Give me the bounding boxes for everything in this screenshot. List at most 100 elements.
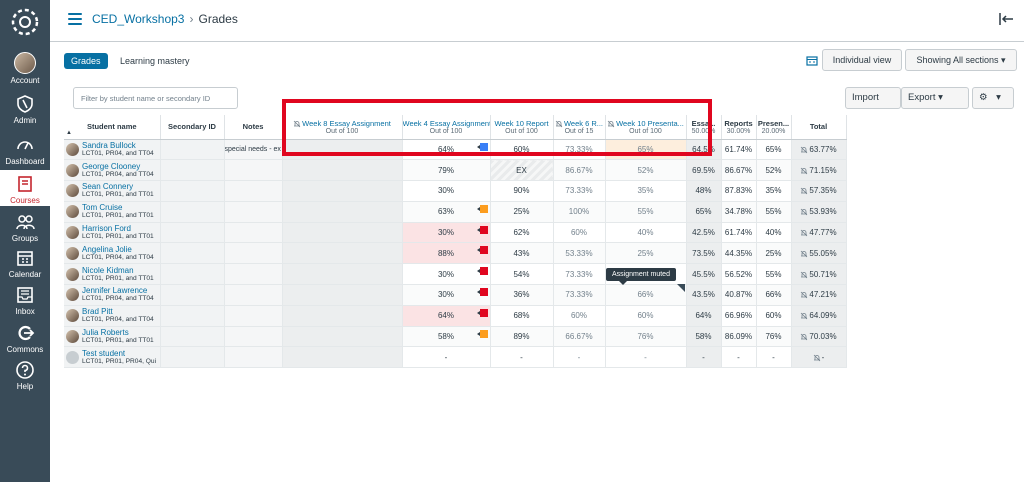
student-name-link[interactable]: Julia Roberts — [82, 328, 154, 337]
secondary-id-cell[interactable] — [160, 326, 225, 348]
secondary-id-cell[interactable] — [160, 139, 225, 161]
grade-cell-week10-presentation[interactable]: 35% — [605, 180, 687, 202]
grade-cell-week10-report[interactable]: 36% — [490, 284, 554, 306]
grade-cell-week4[interactable]: 58% — [402, 326, 491, 348]
student-filter-input[interactable]: Filter by student name or secondary ID — [73, 87, 238, 109]
nav-calendar[interactable]: Calendar — [0, 248, 50, 282]
notes-cell[interactable] — [224, 305, 283, 327]
grade-cell-week4[interactable]: 64% — [402, 139, 491, 161]
grade-cell-week4[interactable]: 63% — [402, 201, 491, 223]
student-name-link[interactable]: Angelina Jolie — [82, 245, 154, 254]
grade-cell-week10-report[interactable]: 43% — [490, 242, 554, 265]
column-header-student[interactable]: Student name — [64, 115, 161, 140]
notes-cell[interactable] — [224, 263, 283, 286]
student-cell[interactable]: Brad Pitt LCT01, PR04, and TT04 — [64, 305, 161, 327]
grade-cell-week6-report[interactable]: 73.33% — [553, 284, 606, 306]
secondary-id-cell[interactable] — [160, 180, 225, 202]
grade-cell-week10-presentation[interactable]: 76% — [605, 326, 687, 348]
student-name-link[interactable]: Nicole Kidman — [82, 266, 154, 275]
grade-cell-week6-report[interactable]: 73.33% — [553, 263, 606, 286]
grade-cell-week6-report[interactable]: 53.33% — [553, 242, 606, 265]
grade-cell-week4[interactable]: 30% — [402, 263, 491, 286]
column-header-week6-report[interactable]: Week 6 R... Out of 15 — [553, 115, 606, 140]
secondary-id-cell[interactable] — [160, 201, 225, 223]
grade-cell-week10-presentation[interactable]: 60% — [605, 305, 687, 327]
secondary-id-cell[interactable] — [160, 305, 225, 327]
student-name-link[interactable]: George Clooney — [82, 162, 154, 171]
student-cell[interactable]: Test student LCT01, PR01, PR04, Qui — [64, 346, 161, 369]
individual-view-button[interactable]: Individual view — [822, 49, 902, 71]
grade-cell-week8[interactable] — [282, 305, 403, 327]
notes-cell[interactable] — [224, 346, 283, 369]
export-button[interactable]: Export ▾ — [901, 87, 969, 109]
student-name-link[interactable]: Sean Connery — [82, 182, 154, 191]
nav-commons[interactable]: Commons — [0, 323, 50, 357]
settings-menu-button[interactable]: ⚙ ▾ — [972, 87, 1014, 109]
nav-inbox[interactable]: Inbox — [0, 285, 50, 319]
grade-cell-week4[interactable]: 88% — [402, 242, 491, 265]
column-header-reports-group[interactable]: Reports 30.00% — [721, 115, 757, 140]
nav-admin[interactable]: Admin — [0, 94, 50, 128]
student-cell[interactable]: Angelina Jolie LCT01, PR04, and TT04 — [64, 242, 161, 265]
column-header-week10-report[interactable]: Week 10 Report Out of 100 — [490, 115, 554, 140]
student-cell[interactable]: Sandra Bullock LCT01, PR04, and TT04 — [64, 139, 161, 161]
column-header-total[interactable]: Total — [791, 115, 847, 140]
student-cell[interactable]: Harrison Ford LCT01, PR01, and TT01 — [64, 222, 161, 244]
column-header-secondary-id[interactable]: Secondary ID — [160, 115, 225, 140]
grade-cell-week4[interactable]: 79% — [402, 159, 491, 182]
secondary-id-cell[interactable] — [160, 159, 225, 182]
secondary-id-cell[interactable] — [160, 222, 225, 244]
student-cell[interactable]: Julia Roberts LCT01, PR01, and TT01 — [64, 326, 161, 348]
grade-cell-week4[interactable]: 64% — [402, 305, 491, 327]
student-cell[interactable]: Tom Cruise LCT01, PR01, and TT01 — [64, 201, 161, 223]
notes-cell[interactable] — [224, 284, 283, 306]
column-header-week10-presentation[interactable]: Week 10 Presenta... Out of 100 — [605, 115, 687, 140]
grade-cell-week6-report[interactable]: 73.33% — [553, 139, 606, 161]
tab-grades[interactable]: Grades — [64, 52, 108, 69]
canvas-logo-icon[interactable] — [9, 6, 41, 38]
notes-cell[interactable]: special needs - ex — [224, 139, 283, 161]
grade-cell-week10-report[interactable]: 54% — [490, 263, 554, 286]
grade-cell-week10-presentation[interactable]: 40% — [605, 222, 687, 244]
grade-cell-week10-report[interactable]: 89% — [490, 326, 554, 348]
student-cell[interactable]: Nicole Kidman LCT01, PR01, and TT01 — [64, 263, 161, 286]
nav-help[interactable]: Help — [0, 360, 50, 394]
calendar-small-icon[interactable] — [806, 55, 818, 66]
notes-cell[interactable] — [224, 326, 283, 348]
grade-cell-week8[interactable] — [282, 284, 403, 306]
notes-cell[interactable] — [224, 242, 283, 265]
secondary-id-cell[interactable] — [160, 263, 225, 286]
student-cell[interactable]: Sean Connery LCT01, PR01, and TT01 — [64, 180, 161, 202]
import-button[interactable]: Import — [845, 87, 901, 109]
grade-cell-week10-report[interactable]: - — [490, 346, 554, 369]
notes-cell[interactable] — [224, 222, 283, 244]
grade-cell-week8[interactable] — [282, 346, 403, 369]
column-header-presentations-group[interactable]: Presen... 20.00% — [756, 115, 792, 140]
column-header-week4-essay[interactable]: Week 4 Essay Assignment Out of 100 — [402, 115, 491, 140]
notes-cell[interactable] — [224, 159, 283, 182]
grade-cell-week10-report[interactable]: 60% — [490, 139, 554, 161]
nav-account[interactable]: Account — [0, 52, 50, 88]
grade-cell-week10-presentation[interactable]: - — [605, 346, 687, 369]
notes-cell[interactable] — [224, 201, 283, 223]
grade-cell-week6-report[interactable]: 73.33% — [553, 180, 606, 202]
grade-cell-week10-report[interactable]: EX — [490, 159, 554, 182]
column-header-essays-group[interactable]: Essa... 50.00% — [686, 115, 722, 140]
student-name-link[interactable]: Test student — [82, 349, 156, 358]
grade-cell-week8[interactable] — [282, 201, 403, 223]
grade-cell-week10-presentation[interactable]: 66% — [605, 284, 687, 306]
column-header-week8-essay[interactable]: Week 8 Essay Assignment Out of 100 — [282, 115, 403, 140]
secondary-id-cell[interactable] — [160, 242, 225, 265]
grade-cell-week6-report[interactable]: 66.67% — [553, 326, 606, 348]
student-cell[interactable]: Jennifer Lawrence LCT01, PR04, and TT04 — [64, 284, 161, 306]
cell-menu-corner-icon[interactable] — [677, 284, 685, 292]
grade-cell-week6-report[interactable]: 86.67% — [553, 159, 606, 182]
breadcrumb-course-link[interactable]: CED_Workshop3 — [92, 12, 184, 26]
section-filter-dropdown[interactable]: Showing All sections ▾ — [905, 49, 1017, 71]
tab-learning-mastery[interactable]: Learning mastery — [120, 56, 190, 66]
hamburger-menu-icon[interactable] — [68, 13, 82, 25]
student-name-link[interactable]: Tom Cruise — [82, 203, 154, 212]
grade-cell-week10-presentation[interactable]: 65% — [605, 139, 687, 161]
grade-cell-week8[interactable] — [282, 326, 403, 348]
grade-cell-week8[interactable] — [282, 139, 403, 161]
